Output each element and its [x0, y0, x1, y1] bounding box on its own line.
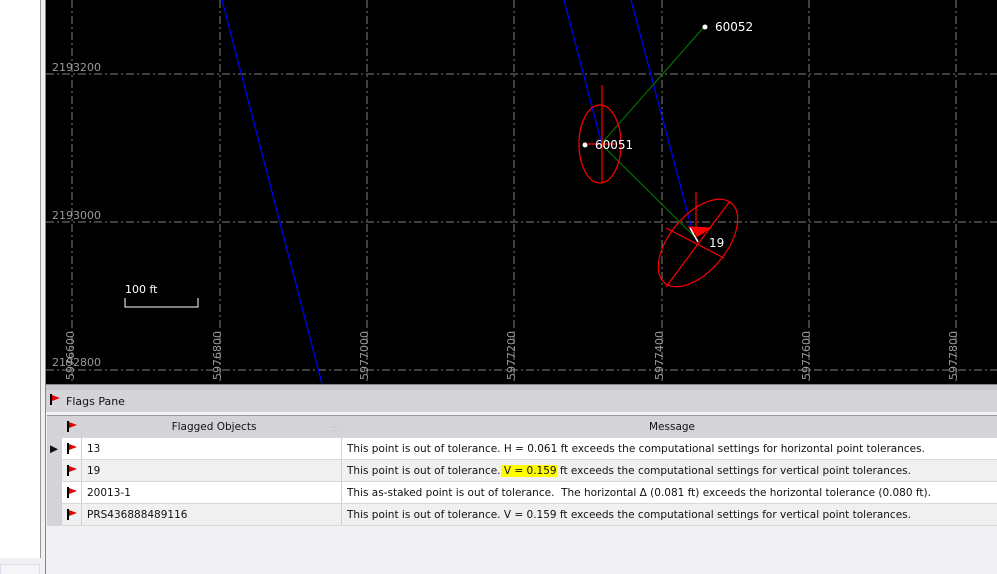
left-panel [0, 0, 41, 558]
red-flag-icon [62, 504, 82, 525]
point-label: 60051 [595, 138, 633, 152]
highlighted-text: V = 0.159 [500, 464, 557, 477]
table-row[interactable]: 20013-1 This as-staked point is out of t… [47, 482, 997, 504]
x-tick-label: 5977400 [653, 331, 666, 380]
y-tick-label: 2193200 [52, 61, 101, 74]
flagged-object-cell: 13 [82, 438, 342, 459]
link-line [600, 143, 699, 241]
red-flag-icon [50, 394, 60, 408]
red-flag-icon [66, 421, 77, 432]
message-cell: This as-staked point is out of tolerance… [347, 486, 931, 499]
table-row[interactable]: PRS436888489116 This point is out of tol… [47, 504, 997, 526]
point-label: 60052 [715, 20, 753, 34]
row-selected-indicator-icon: ▶ [47, 438, 62, 459]
message-cell: This point is out of tolerance. H = 0.06… [347, 442, 925, 455]
flags-table: Flagged Objects △ Message ▶ 13 This point… [47, 415, 997, 526]
flagged-object-cell: 20013-1 [82, 482, 342, 503]
column-header-flagged-objects[interactable]: Flagged Objects △ [82, 416, 342, 437]
table-row[interactable]: 19 This point is out of tolerance. V = 0… [47, 460, 997, 482]
alignment-line[interactable] [221, 0, 323, 384]
point-marker-icon[interactable] [702, 24, 708, 30]
red-flag-icon [62, 438, 82, 459]
red-flag-icon [62, 460, 82, 481]
flag-column-header[interactable] [62, 416, 82, 437]
table-header: Flagged Objects △ Message [47, 416, 997, 438]
x-tick-label: 5977600 [800, 331, 813, 380]
sort-ascending-icon: △ [331, 421, 338, 432]
scale-bar: 100 ft [124, 283, 199, 308]
point-label: 19 [709, 236, 724, 250]
left-panel-tab[interactable] [0, 564, 40, 574]
x-tick-label: 5977000 [358, 331, 371, 380]
flagged-object-cell: 19 [82, 460, 342, 481]
svg-text:100 ft: 100 ft [125, 283, 158, 296]
flags-pane-header: Flags Pane [46, 390, 997, 412]
flags-pane-title: Flags Pane [66, 394, 125, 408]
y-tick-label: 2193000 [52, 209, 101, 222]
column-header-message[interactable]: Message [342, 416, 997, 437]
table-row[interactable]: ▶ 13 This point is out of tolerance. H =… [47, 438, 997, 460]
point-marker-icon[interactable] [582, 142, 588, 148]
x-tick-label: 5977200 [505, 331, 518, 380]
x-tick-label: 5976800 [211, 331, 224, 380]
plan-view-map[interactable]: 2193200 2193000 2192800 5976600 5976800 … [46, 0, 997, 384]
x-tick-label: 5976600 [64, 331, 77, 380]
flagged-object-cell: PRS436888489116 [82, 504, 342, 525]
red-flag-icon [62, 482, 82, 503]
alignment-line[interactable] [563, 0, 603, 146]
link-line [600, 26, 705, 145]
x-tick-label: 5977800 [947, 331, 960, 380]
message-cell: This point is out of tolerance. V = 0.15… [347, 464, 911, 477]
message-cell: This point is out of tolerance. V = 0.15… [347, 508, 911, 521]
